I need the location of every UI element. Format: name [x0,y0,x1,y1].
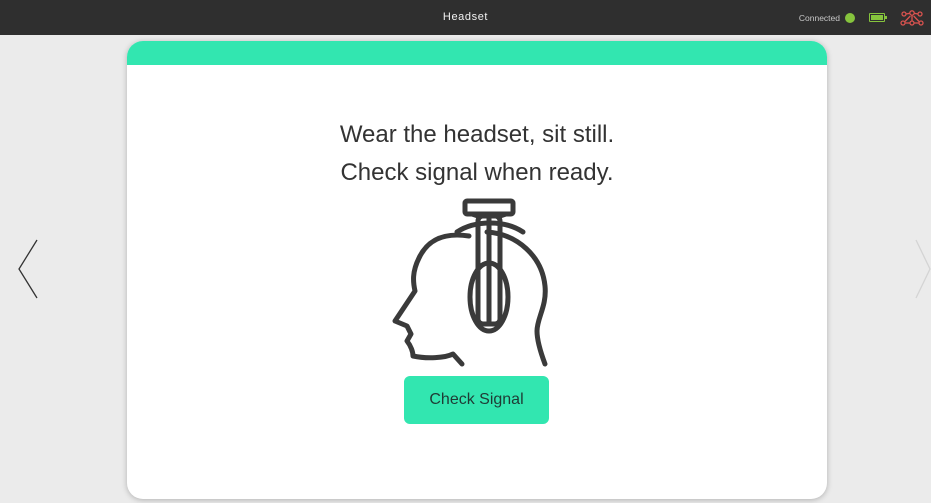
connection-status-dot-icon [845,12,855,23]
network-icon[interactable] [899,8,925,28]
top-bar: Headset Connected [0,0,931,35]
instruction-card: Wear the headset, sit still. Check signa… [127,41,827,499]
check-signal-button[interactable]: Check Signal [404,376,549,424]
status-area: Connected [799,0,931,35]
chevron-right-icon[interactable] [913,238,931,300]
instruction-line-2: Check signal when ready. [340,159,614,186]
instruction-line-1: Wear the headset, sit still. [339,121,615,148]
chevron-left-icon[interactable] [16,238,40,300]
window-title: Headset [442,11,489,23]
battery-icon [869,13,887,22]
head-with-headset-icon [392,198,548,367]
connection-status-label: Connected [798,12,840,23]
card-accent-bar [127,41,827,65]
